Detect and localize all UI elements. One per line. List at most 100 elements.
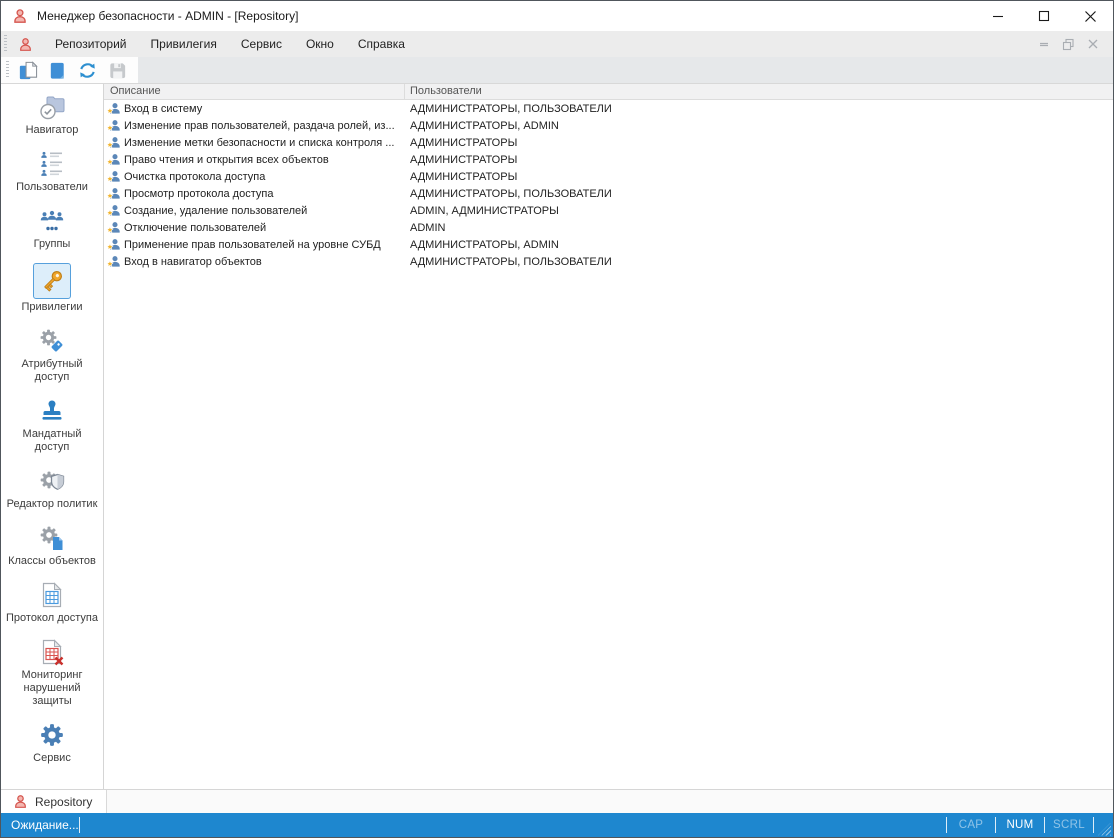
open-document-button[interactable] [42, 58, 72, 82]
mdi-child-icon [18, 37, 33, 52]
privilege-description: Очистка протокола доступа [124, 170, 266, 183]
sidebar-item-mandatory-access[interactable]: Мандатный доступ [4, 396, 100, 454]
menu-privilege[interactable]: Привилегия [139, 31, 229, 57]
refresh-button[interactable] [72, 58, 102, 82]
toolbar [1, 57, 1113, 83]
sidebar-item-label: Пользователи [16, 181, 88, 193]
menu-service[interactable]: Сервис [229, 31, 294, 57]
sidebar-item-label: Навигатор [25, 124, 79, 136]
key-icon [33, 263, 71, 299]
column-header-users[interactable]: Пользователи [405, 84, 1113, 99]
table-row[interactable]: Применение прав пользователей на уровне … [104, 236, 1113, 253]
table-row[interactable]: Вход в навигатор объектов АДМИНИСТРАТОРЫ… [104, 253, 1113, 270]
window-controls [975, 1, 1113, 31]
table-row[interactable]: Вход в систему АДМИНИСТРАТОРЫ, ПОЛЬЗОВАТ… [104, 100, 1113, 117]
table-row[interactable]: Изменение прав пользователей, раздача ро… [104, 117, 1113, 134]
sidebar-item-navigator[interactable]: Навигатор [4, 92, 100, 137]
privilege-description: Создание, удаление пользователей [124, 204, 308, 217]
caps-lock-indicator: CAP [958, 819, 984, 831]
status-message: Ожидание... [11, 818, 79, 832]
minimize-icon [993, 15, 1003, 18]
resize-grip[interactable] [1098, 822, 1111, 836]
app-window: Менеджер безопасности - ADMIN - [Reposit… [0, 0, 1114, 838]
table-row[interactable]: Просмотр протокола доступа АДМИНИСТРАТОР… [104, 185, 1113, 202]
sidebar-item-service[interactable]: Сервис [4, 720, 100, 765]
sidebar-item-label: Мандатный доступ [22, 428, 82, 453]
privilege-description: Вход в навигатор объектов [124, 255, 262, 268]
privilege-icon [106, 237, 121, 252]
privilege-description: Вход в систему [124, 102, 203, 115]
mandatory-access-icon [39, 396, 65, 426]
toolbar-drag-grip[interactable] [6, 61, 9, 79]
sidebar-item-label: Протокол доступа [6, 612, 98, 624]
mdi-close-button[interactable] [1087, 38, 1099, 50]
sidebar-item-users[interactable]: Пользователи [4, 149, 100, 194]
mdi-window-controls [1038, 38, 1113, 51]
minimize-button[interactable] [975, 1, 1021, 31]
maximize-button[interactable] [1021, 1, 1067, 31]
table-row[interactable]: Изменение метки безопасности и списка ко… [104, 134, 1113, 151]
privileges-panel: Описание Пользователи Вход в систему АДМ… [104, 84, 1113, 789]
policy-editor-icon [38, 466, 66, 496]
mdi-close-icon [1088, 39, 1098, 49]
sidebar-item-label: Редактор политик [6, 498, 98, 510]
menubar-drag-grip[interactable] [4, 35, 7, 53]
scroll-lock-indicator: SCRL [1053, 819, 1085, 831]
table-row[interactable]: Отключение пользователей ADMIN [104, 219, 1113, 236]
maximize-icon [1038, 10, 1050, 22]
privilege-users: АДМИНИСТРАТОРЫ, ПОЛЬЗОВАТЕЛИ [410, 102, 612, 115]
privilege-users: ADMIN [410, 221, 446, 234]
mdi-restore-icon [1062, 38, 1074, 50]
status-bar: Ожидание... CAP NUM SCRL [1, 813, 1113, 837]
sidebar-item-access-log[interactable]: Протокол доступа [4, 580, 100, 625]
table-header: Описание Пользователи [104, 84, 1113, 100]
copy-document-button[interactable] [12, 58, 42, 82]
menu-repository[interactable]: Репозиторий [43, 31, 139, 57]
privilege-description: Отключение пользователей [124, 221, 267, 234]
mdi-minimize-button[interactable] [1038, 38, 1050, 50]
table-row[interactable]: Очистка протокола доступа АДМИНИСТРАТОРЫ [104, 168, 1113, 185]
sidebar-item-label: Привилегии [21, 301, 83, 313]
save-icon [109, 62, 125, 78]
refresh-icon [79, 62, 95, 78]
sidebar-item-policy-editor[interactable]: Редактор политик [4, 466, 100, 511]
privilege-icon [106, 220, 121, 235]
sidebar-item-label: Мониторинг нарушений защиты [21, 669, 83, 707]
sidebar: Навигатор Пользователи Группы Привилегии… [1, 84, 104, 789]
menu-help[interactable]: Справка [346, 31, 417, 57]
tab-repository[interactable]: Repository [1, 790, 108, 813]
save-button[interactable] [102, 58, 132, 82]
privilege-description: Просмотр протокола доступа [124, 187, 274, 200]
tab-bar: Repository [1, 789, 1113, 813]
menu-window[interactable]: Окно [294, 31, 346, 57]
privilege-users: АДМИНИСТРАТОРЫ, ПОЛЬЗОВАТЕЛИ [410, 187, 612, 200]
sidebar-item-violation-monitoring[interactable]: Мониторинг нарушений защиты [4, 637, 100, 708]
privilege-icon [106, 118, 121, 133]
close-icon [1084, 10, 1096, 22]
sidebar-item-label: Классы объектов [8, 555, 96, 567]
column-header-description[interactable]: Описание [104, 84, 405, 99]
mdi-restore-button[interactable] [1062, 38, 1075, 51]
sidebar-item-groups[interactable]: Группы [4, 206, 100, 251]
sidebar-item-attribute-access[interactable]: Атрибутный доступ [4, 326, 100, 384]
privilege-users: ADMIN, АДМИНИСТРАТОРЫ [410, 204, 559, 217]
groups-icon [39, 206, 65, 236]
sidebar-item-object-classes[interactable]: Классы объектов [4, 523, 100, 568]
keyboard-indicators: CAP NUM SCRL [946, 815, 1113, 836]
privilege-icon [106, 169, 121, 184]
table-row[interactable]: Право чтения и открытия всех объектов АД… [104, 151, 1113, 168]
app-icon [12, 8, 28, 24]
close-button[interactable] [1067, 1, 1113, 31]
menu-bar: Репозиторий Привилегия Сервис Окно Справ… [1, 31, 1113, 57]
sidebar-item-label: Сервис [33, 752, 71, 764]
privilege-icon [106, 254, 121, 269]
privilege-icon [106, 203, 121, 218]
users-icon [39, 149, 65, 179]
privilege-users: АДМИНИСТРАТОРЫ [410, 153, 518, 166]
sidebar-item-privileges[interactable]: Привилегии [4, 263, 100, 314]
privilege-icon [106, 135, 121, 150]
num-lock-indicator: NUM [1006, 819, 1034, 831]
table-row[interactable]: Создание, удаление пользователей ADMIN, … [104, 202, 1113, 219]
privilege-icon [106, 152, 121, 167]
title-bar: Менеджер безопасности - ADMIN - [Reposit… [1, 1, 1113, 31]
